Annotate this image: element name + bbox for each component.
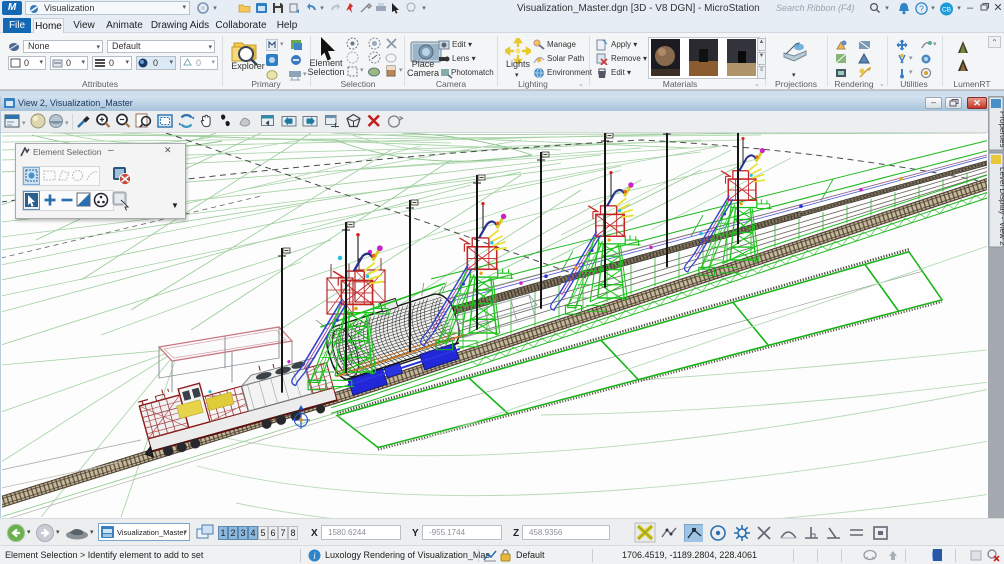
svg-text:?: ? [919, 3, 924, 13]
svg-text:Properties: Properties [998, 111, 1004, 147]
svg-text:CB: CB [942, 7, 951, 14]
svg-text:Level Display - View 2: Level Display - View 2 [998, 167, 1004, 246]
